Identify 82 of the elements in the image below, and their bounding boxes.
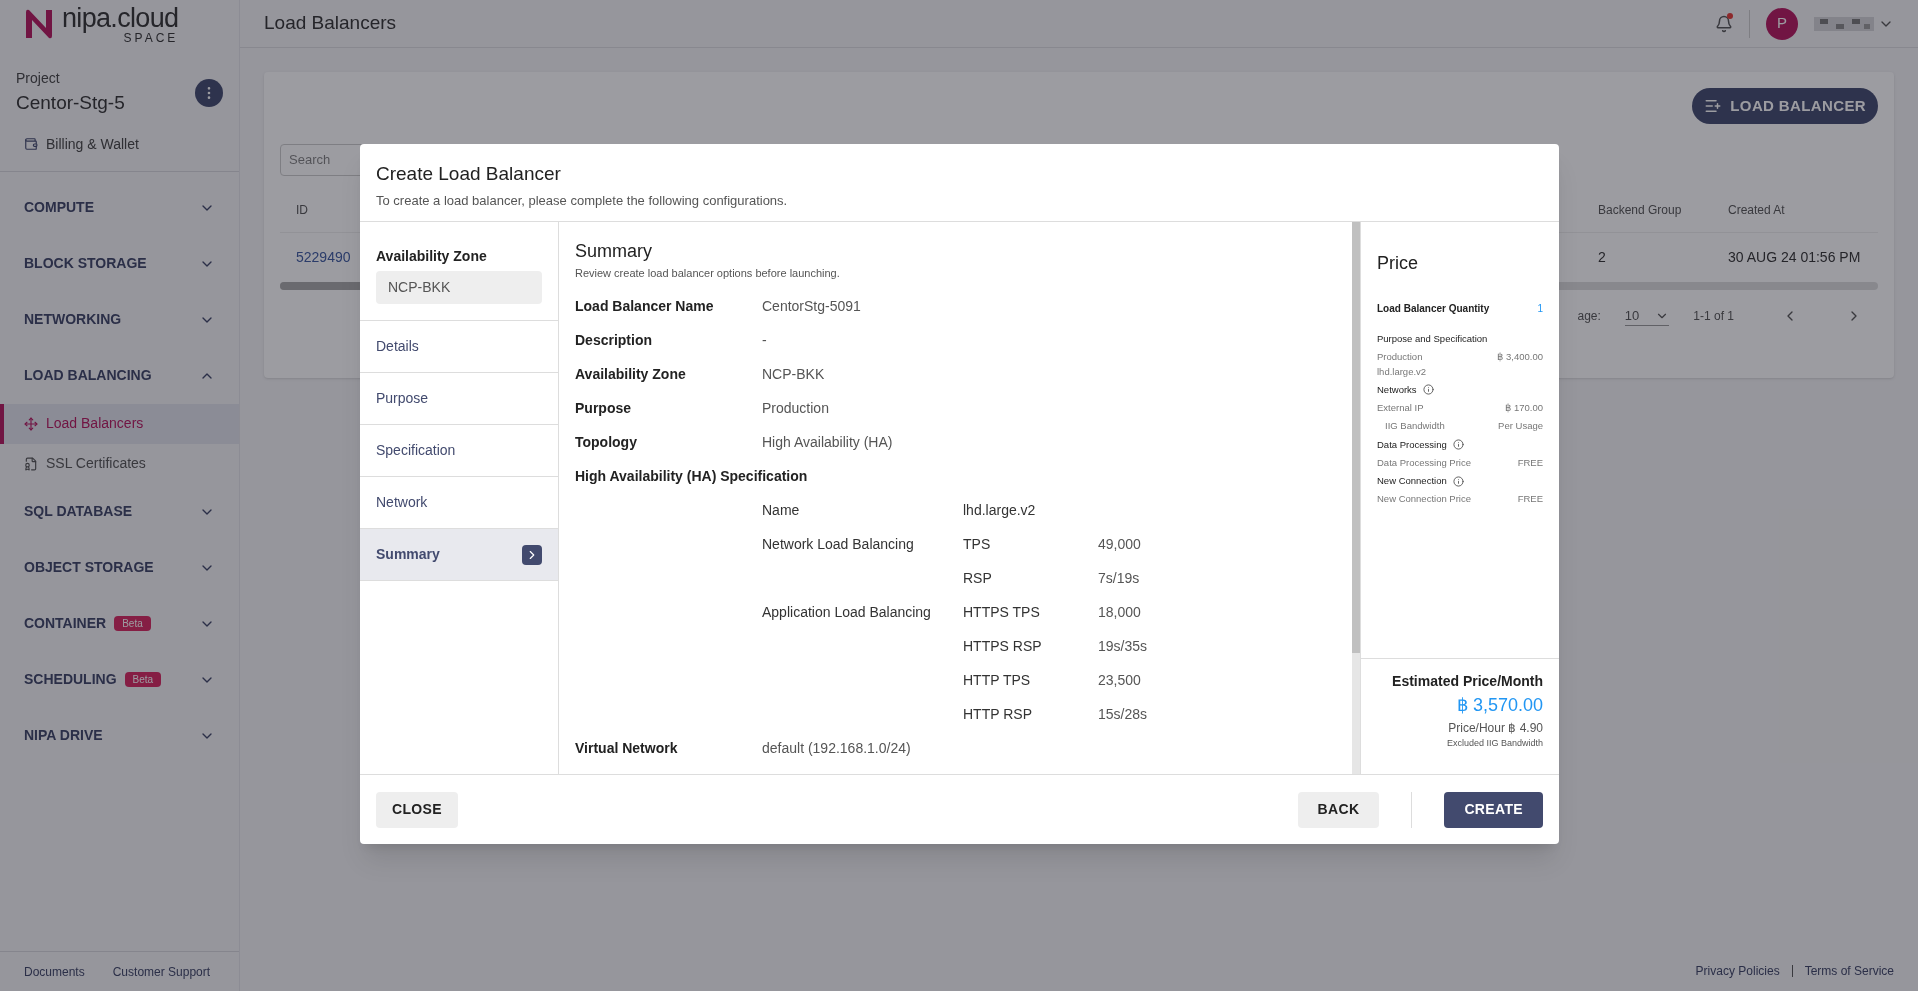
hourly-price: Price/Hour ฿ 4.90 [1448,720,1543,737]
spec-metric: HTTP TPS [963,671,1032,690]
price-group-title: Networks [1377,382,1417,397]
field-label: Purpose [575,399,632,418]
table-cell-text: 30 AUG 24 01:56 PM [1728,248,1861,267]
section-label: NIPA DRIVE [24,726,103,745]
price-item-label: Production [1377,350,1424,365]
column-header: ID [296,202,308,219]
field-value: NCP-BKK [762,365,826,384]
price-item-label: External IP [1377,401,1424,415]
project-label: Project [16,69,61,88]
price-item-value: FREE [1517,492,1543,507]
field-label: Availability Zone [575,365,687,384]
price-item-value: Per Usage [1498,419,1543,434]
spec-metric: lhd.large.v2 [963,501,1037,520]
price-group-title: New Connection [1377,474,1447,488]
spec-label: Name [762,502,800,518]
field-value: - [762,331,768,350]
column-header: Created At [1728,202,1785,219]
field-value: Production [762,399,830,418]
dialog-subtitle: To create a load balancer, please complete the following configurations. [376,191,789,210]
field-value: High Availability (HA) [762,433,894,452]
price-item-label: IIG Bandwidth [1385,419,1445,434]
spec-value: 15s/28s [1098,706,1148,722]
field-label: Description [575,331,653,350]
section-label: BLOCK STORAGE [24,254,147,273]
project-name: Centor-Stg-5 [16,91,125,115]
field-label: Load Balancer Name [575,297,715,316]
estimate-total: ฿ 3,570.00 [1456,694,1543,717]
spec-value: 23,500 [1098,672,1141,688]
section-label: SCHEDULING [24,670,117,689]
spec-metric: RSP [963,569,993,588]
section-label: SQL DATABASE [24,502,133,521]
spec-metric: TPS [963,535,992,554]
nav-item-label: SSL Certificates [46,454,146,473]
section-label: CONTAINER [24,614,107,633]
summary-title: Summary [575,240,653,263]
brand-name: nipa.cloud [62,4,179,32]
estimate-note: Excluded IIG Bandwidth [1446,737,1543,750]
spec-metric: HTTP RSP [963,705,1033,724]
price-item-value: ฿ 170.00 [1505,401,1543,415]
nav-item-label: Load Balancers [46,414,144,433]
page-title: Load Balancers [264,11,397,36]
zone-label: Availability Zone [376,247,488,266]
brand-subtitle: SPACE [123,31,179,44]
price-item-value: FREE [1517,455,1543,470]
price-item-value: ฿ 3,400.00 [1497,350,1543,365]
price-group-title: Data Processing [1377,437,1447,452]
field-label: Virtual Network [575,739,679,758]
spec-metric: HTTPS TPS [963,603,1041,622]
price-title: Price [1377,252,1419,275]
spec-heading: High Availability (HA) Specification [575,467,809,486]
quantity-value: 1 [1537,302,1543,316]
spec-value: 19s/35s [1098,638,1148,654]
field-value: default (192.168.1.0/24) [762,739,912,758]
spec-value: 7s/19s [1098,570,1140,586]
table-cell-text: 2 [1598,248,1606,267]
spec-label: Network Load Balancing [762,536,914,552]
page-range: 1-1 of 1 [1693,308,1734,325]
dialog-title: Create Load Balancer [376,162,562,186]
spec-value: 18,000 [1098,604,1141,620]
rows-per-page-label: age: [1577,308,1601,325]
summary-subtitle: Review create load balancer options before launching. [575,266,841,281]
spec-metric: HTTPS RSP [963,637,1043,656]
price-item-label: New Connection Price [1377,492,1471,507]
spec-label: Application Load Balancing [762,604,931,620]
section-label: NETWORKING [24,310,122,329]
price-item-label: Data Processing Price [1377,455,1471,470]
field-label: Topology [575,433,638,452]
quantity-label: Load Balancer Quantity [1377,302,1490,316]
estimate-label: Estimated Price/Month [1392,672,1543,691]
price-group-title: Purpose and Specification [1377,332,1488,346]
column-header: Backend Group [1598,202,1682,219]
beta-badge: Beta [124,672,162,687]
beta-badge: Beta [114,616,151,631]
spec-value: 49,000 [1098,536,1141,552]
section-label: LOAD BALANCING [24,366,152,385]
price-item-detail: lhd.large.v2 [1377,364,1427,379]
zone-field: NCP-BKK [376,271,542,304]
section-label: COMPUTE [24,198,94,217]
section-label: OBJECT STORAGE [24,558,154,577]
field-value: CentorStg-5091 [762,297,862,316]
